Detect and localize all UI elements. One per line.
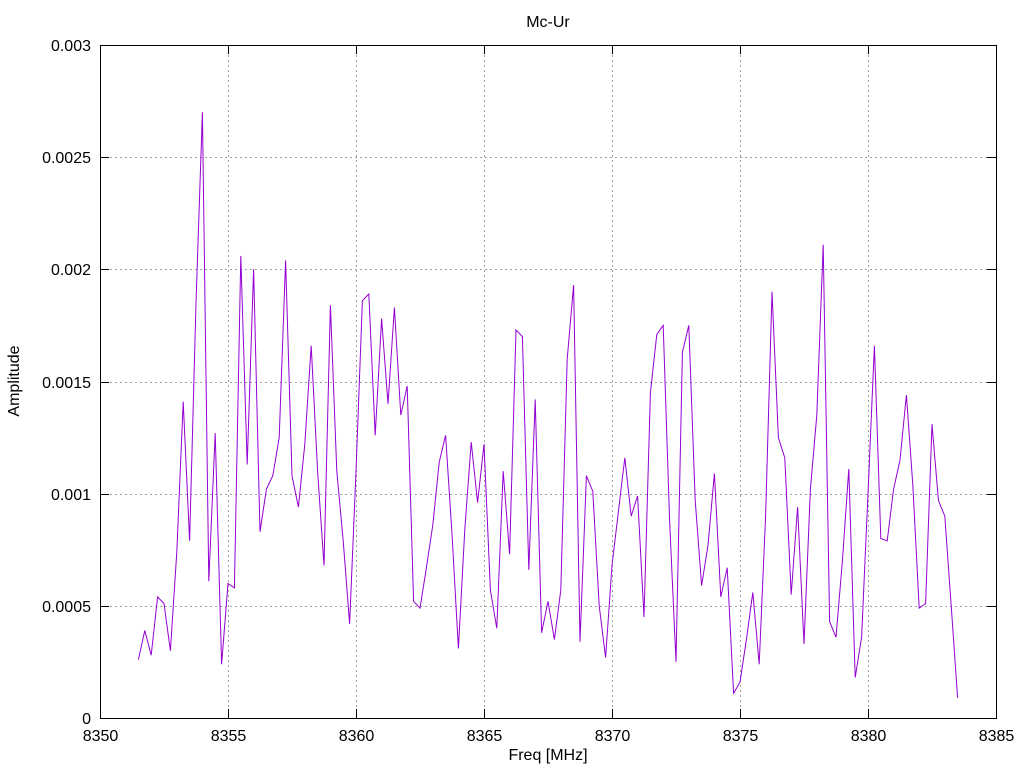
- x-tick-label: 8380: [851, 728, 887, 745]
- y-tick-label: 0.002: [51, 262, 91, 279]
- x-tick-label: 8350: [83, 728, 119, 745]
- x-tick-label: 8375: [723, 728, 759, 745]
- y-tick-label: 0.0015: [42, 375, 91, 392]
- chart-background: [0, 0, 1024, 768]
- y-tick-label: 0.001: [51, 487, 91, 504]
- chart: 8350 8355 8360 8365 8370 8375 8380 8385 0 0.0005 0…: [0, 0, 1024, 768]
- x-tick-label: 8360: [339, 728, 375, 745]
- y-axis-label: Amplitude: [6, 345, 23, 416]
- chart-title: Mc-Ur: [526, 14, 570, 31]
- y-tick-label: 0.0025: [42, 150, 91, 167]
- y-tick-label: 0.003: [51, 38, 91, 55]
- x-tick-label: 8385: [979, 728, 1015, 745]
- y-tick-label: 0: [82, 711, 91, 728]
- x-tick-label: 8355: [211, 728, 247, 745]
- x-tick-label: 8370: [595, 728, 631, 745]
- x-axis-label: Freq [MHz]: [508, 747, 587, 764]
- y-tick-label: 0.0005: [42, 599, 91, 616]
- x-tick-label: 8365: [467, 728, 503, 745]
